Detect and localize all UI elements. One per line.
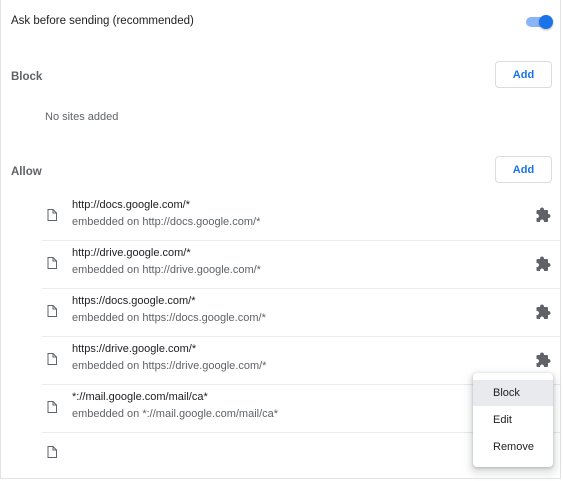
site-context-menu: Block Edit Remove bbox=[473, 373, 553, 467]
toggle-knob bbox=[539, 15, 553, 29]
allow-site-row[interactable]: http://docs.google.com/* embedded on htt… bbox=[42, 193, 560, 241]
site-embedded-on: embedded on http://drive.google.com/* bbox=[72, 264, 261, 276]
ask-before-sending-row: Ask before sending (recommended) bbox=[0, 0, 563, 44]
site-url: https://drive.google.com/* bbox=[72, 343, 197, 355]
block-empty-text: No sites added bbox=[45, 111, 119, 123]
file-icon bbox=[47, 401, 57, 413]
site-url: *://mail.google.com/mail/ca* bbox=[72, 391, 208, 403]
ask-before-sending-toggle[interactable] bbox=[525, 15, 553, 29]
file-icon bbox=[47, 257, 57, 269]
puzzle-icon bbox=[536, 207, 551, 222]
puzzle-icon bbox=[536, 304, 551, 319]
allow-add-button[interactable]: Add bbox=[495, 156, 552, 183]
menu-item-edit[interactable]: Edit bbox=[473, 407, 553, 433]
allow-section-title: Allow bbox=[11, 166, 42, 178]
block-section-title: Block bbox=[11, 71, 43, 83]
puzzle-icon bbox=[536, 256, 551, 271]
site-embedded-on: embedded on https://drive.google.com/* bbox=[72, 360, 267, 372]
site-url: http://docs.google.com/* bbox=[72, 199, 191, 211]
file-icon bbox=[47, 353, 57, 365]
file-icon bbox=[47, 209, 57, 221]
site-embedded-on: embedded on *://mail.google.com/mail/ca* bbox=[72, 408, 279, 420]
puzzle-icon bbox=[536, 352, 551, 367]
site-embedded-on: embedded on https://docs.google.com/* bbox=[72, 312, 266, 324]
site-url: http://drive.google.com/* bbox=[72, 247, 191, 259]
menu-item-block[interactable]: Block bbox=[473, 380, 553, 406]
allow-site-row[interactable]: http://drive.google.com/* embedded on ht… bbox=[42, 241, 560, 289]
site-url: https://docs.google.com/* bbox=[72, 295, 196, 307]
menu-item-remove[interactable]: Remove bbox=[473, 434, 553, 460]
allow-site-row[interactable]: https://docs.google.com/* embedded on ht… bbox=[42, 289, 560, 337]
file-icon bbox=[47, 446, 57, 458]
ask-before-sending-label: Ask before sending (recommended) bbox=[11, 15, 194, 27]
file-icon bbox=[47, 305, 57, 317]
block-add-button[interactable]: Add bbox=[495, 61, 552, 88]
site-embedded-on: embedded on http://docs.google.com/* bbox=[72, 216, 261, 228]
